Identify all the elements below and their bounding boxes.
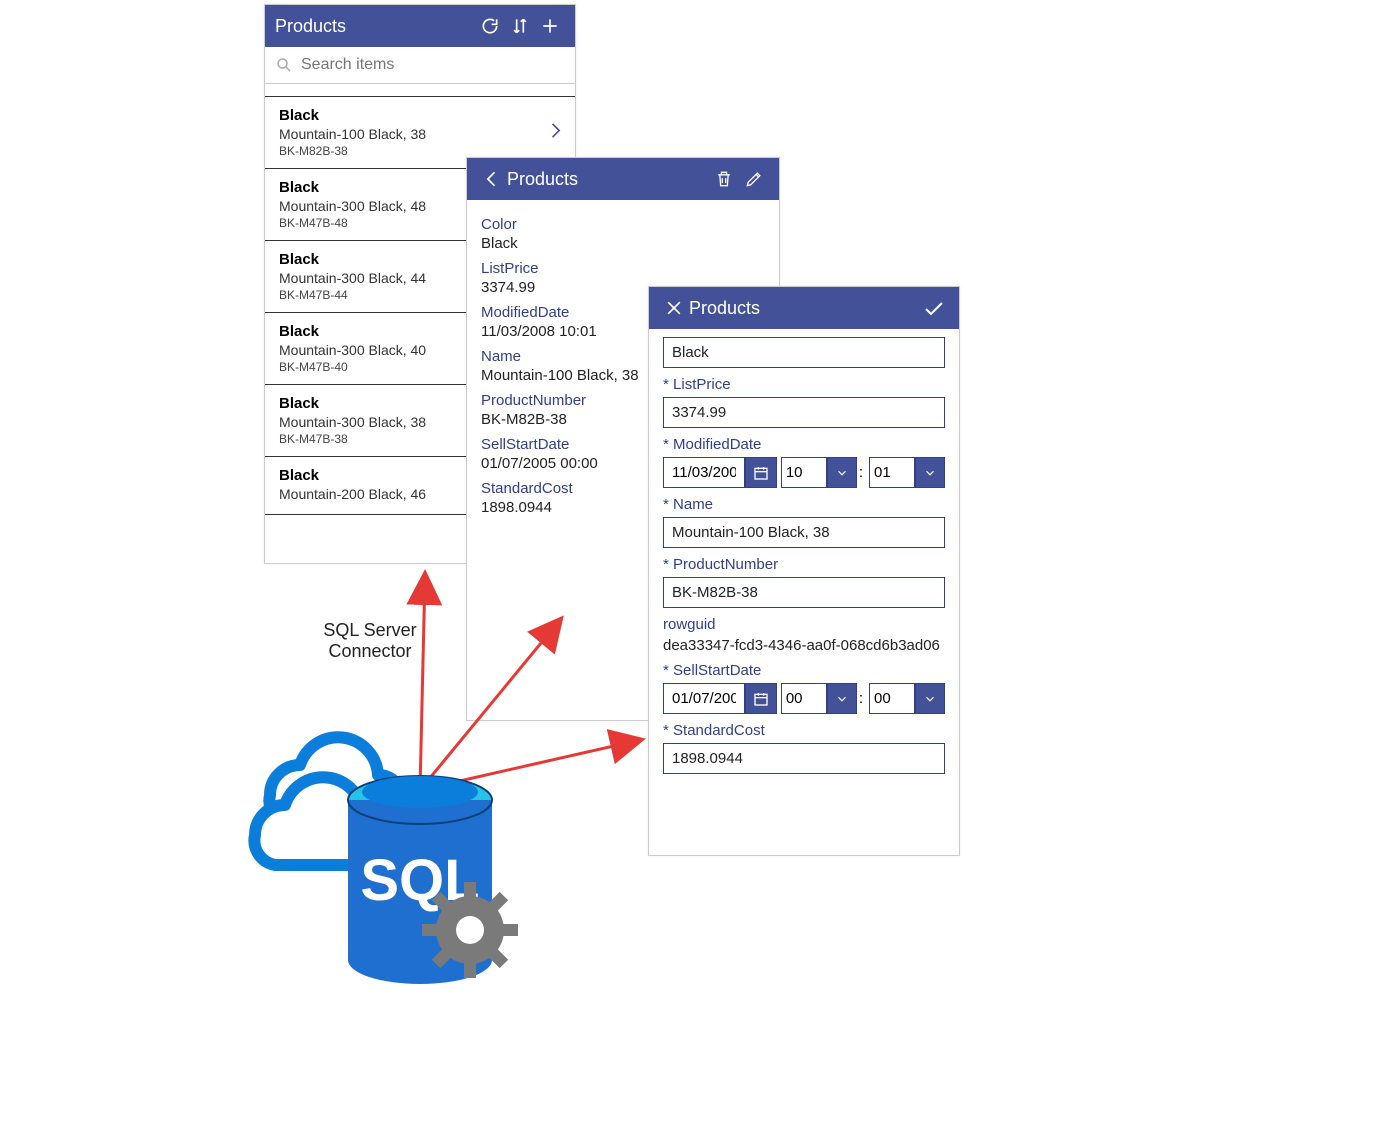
edit-icon[interactable] — [739, 164, 769, 194]
back-icon[interactable] — [477, 164, 507, 194]
modifieddate-row: : — [663, 457, 945, 488]
search-input[interactable] — [299, 55, 565, 75]
sort-icon[interactable] — [505, 11, 535, 41]
gear-icon — [422, 882, 518, 978]
search-row[interactable] — [265, 47, 575, 84]
calendar-icon[interactable] — [745, 683, 777, 714]
connector-label-line1: SQL Server — [300, 620, 440, 641]
list-spacer — [265, 84, 575, 97]
modifieddate-label: ModifiedDate — [663, 436, 945, 453]
standardcost-input[interactable] — [663, 743, 945, 774]
refresh-icon[interactable] — [475, 11, 505, 41]
productnumber-label: ProductNumber — [663, 556, 945, 573]
connector-label: SQL Server Connector — [300, 620, 440, 662]
list-item-code: BK-M82B-38 — [279, 144, 561, 158]
sellstartdate-hour-input[interactable] — [781, 683, 827, 714]
sellstartdate-label: SellStartDate — [663, 662, 945, 679]
name-label: Name — [663, 496, 945, 513]
confirm-icon[interactable] — [919, 293, 949, 323]
minute-dropdown-icon[interactable] — [915, 683, 945, 714]
add-icon[interactable] — [535, 11, 565, 41]
edit-body: ListPrice ModifiedDate : Name ProductNum… — [649, 329, 959, 782]
productnumber-input[interactable] — [663, 577, 945, 608]
detail-title: Products — [507, 169, 709, 190]
sql-database-graphic: SQL — [240, 680, 580, 1000]
detail-header: Products — [467, 158, 779, 200]
calendar-icon[interactable] — [745, 457, 777, 488]
color-label: Color — [481, 216, 765, 233]
list-header: Products — [265, 5, 575, 47]
listprice-label: ListPrice — [481, 260, 765, 277]
sellstartdate-date-input[interactable] — [663, 683, 745, 714]
list-title: Products — [275, 16, 475, 37]
rowguid-value: dea33347-fcd3-4346-aa0f-068cd6b3ad06 — [663, 637, 945, 654]
products-edit-panel: Products ListPrice ModifiedDate : Name P… — [648, 286, 960, 856]
modifieddate-hour-input[interactable] — [781, 457, 827, 488]
standardcost-label: StandardCost — [663, 722, 945, 739]
connector-label-line2: Connector — [300, 641, 440, 662]
time-colon: : — [857, 690, 865, 707]
modifieddate-minute-input[interactable] — [869, 457, 915, 488]
modifieddate-date-input[interactable] — [663, 457, 745, 488]
chevron-right-icon — [545, 120, 565, 145]
list-item-title: Black — [279, 107, 561, 124]
listprice-label: ListPrice — [663, 376, 945, 393]
list-item-subtitle: Mountain-100 Black, 38 — [279, 126, 561, 142]
delete-icon[interactable] — [709, 164, 739, 194]
time-colon: : — [857, 464, 865, 481]
name-input[interactable] — [663, 517, 945, 548]
search-icon — [275, 56, 293, 74]
color-input[interactable] — [663, 337, 945, 368]
edit-title: Products — [689, 298, 919, 319]
close-icon[interactable] — [659, 293, 689, 323]
minute-dropdown-icon[interactable] — [915, 457, 945, 488]
color-value: Black — [481, 235, 765, 252]
sellstartdate-minute-input[interactable] — [869, 683, 915, 714]
edit-header: Products — [649, 287, 959, 329]
rowguid-label: rowguid — [663, 616, 945, 633]
listprice-input[interactable] — [663, 397, 945, 428]
hour-dropdown-icon[interactable] — [827, 683, 857, 714]
sellstartdate-row: : — [663, 683, 945, 714]
hour-dropdown-icon[interactable] — [827, 457, 857, 488]
